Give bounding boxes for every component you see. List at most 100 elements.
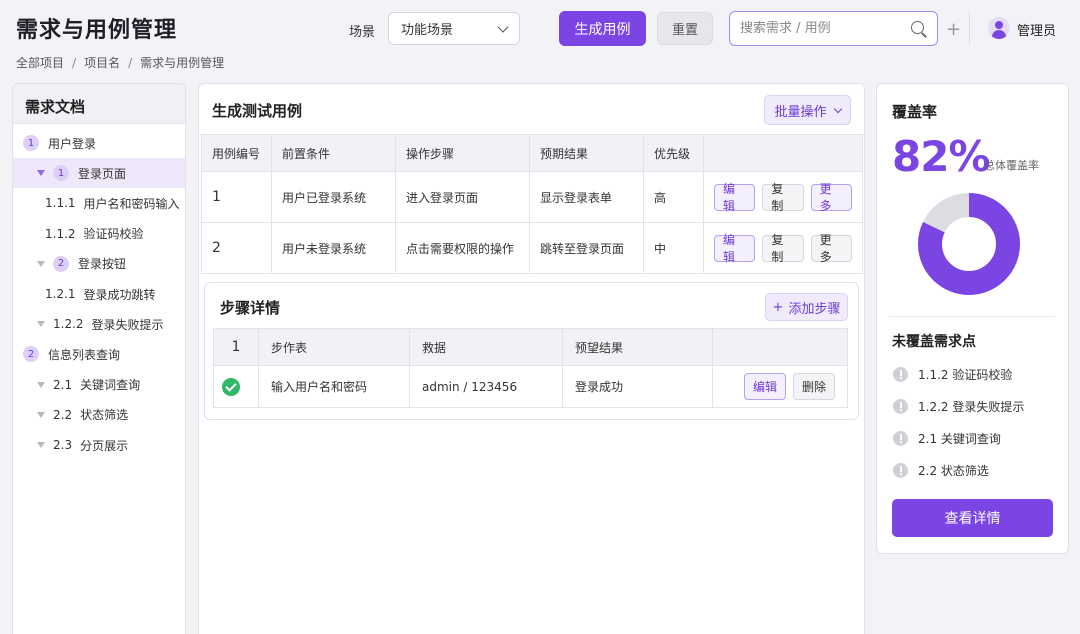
- sidebar-tree-item[interactable]: 1.2.1 登录成功跳转: [13, 279, 185, 309]
- column-header: 操作步骤: [395, 134, 530, 172]
- case-expected: 跳转至登录页面: [529, 222, 644, 274]
- breadcrumb: 全部项目 / 项目名 / 需求与用例管理: [16, 54, 224, 71]
- step-detail-card: 步骤详情 + 添加步骤 1 步作表 救据 预望结果 输入用户名和密码 admin…: [204, 282, 859, 420]
- breadcrumb-item-projects[interactable]: 全部项目: [16, 56, 64, 70]
- view-details-button[interactable]: 查看详情: [892, 499, 1053, 537]
- reset-button[interactable]: 重置: [657, 12, 713, 45]
- add-icon[interactable]: +: [946, 19, 961, 40]
- chevron-down-icon: [833, 104, 842, 113]
- sidebar-tree-item[interactable]: 1 用户登录: [13, 128, 185, 158]
- edit-button[interactable]: 编辑: [714, 233, 756, 264]
- uncovered-item-label: 1.2.2 登录失败提示: [918, 400, 1025, 414]
- case-precondition: 用户未登录系统: [271, 222, 396, 274]
- case-expected: 显示登录表单: [529, 171, 644, 223]
- warning-icon: [893, 431, 908, 446]
- uncovered-item[interactable]: 2.1 关键词查询: [893, 430, 1001, 447]
- sidebar-tree-item[interactable]: 1.1.2 验证码校验: [13, 219, 185, 249]
- tree-item-label: 验证码校验: [83, 227, 144, 242]
- tree-item-label: 关键词查询: [80, 378, 141, 393]
- case-priority: 高: [643, 171, 704, 223]
- table-row[interactable]: 1 用户已登录系统 进入登录页面 显示登录表单 高 编辑 复制 更多: [201, 171, 863, 223]
- add-step-label: 添加步骤: [788, 301, 841, 317]
- warning-icon: [893, 367, 908, 382]
- uncovered-title: 未覆盖需求点: [892, 334, 976, 350]
- generate-cases-button[interactable]: 生成用例: [559, 11, 646, 46]
- uncovered-item[interactable]: 1.1.2 验证码校验: [893, 366, 1012, 383]
- sidebar-tree-item[interactable]: 1.1.1 用户名和密码输入: [13, 188, 185, 218]
- delete-button[interactable]: 删除: [792, 373, 835, 400]
- coverage-percent: 82%: [892, 132, 991, 181]
- tree-item-label: 分页展示: [80, 438, 129, 453]
- expand-triangle-icon[interactable]: [37, 321, 45, 328]
- coverage-title: 覆盖率: [892, 103, 938, 121]
- coverage-panel: 覆盖率 82% 总体覆盖率 未覆盖需求点 1.1.2 验证码校验 1.2.2 登…: [876, 83, 1069, 554]
- case-step: 进入登录页面: [395, 171, 530, 223]
- sidebar-tree-item[interactable]: 2.1 关键词查询: [13, 370, 185, 400]
- step-expected: 登录成功: [562, 365, 713, 408]
- coverage-percent-label: 总体覆盖率: [984, 159, 1039, 172]
- uncovered-item-label: 2.2 状态筛选: [918, 464, 989, 478]
- uncovered-item-label: 1.1.2 验证码校验: [918, 368, 1013, 382]
- tree-item-label: 信息列表查询: [48, 347, 121, 362]
- tree-item-number: 2.3: [53, 438, 73, 452]
- sidebar-tree-item[interactable]: 2.3 分页展示: [13, 430, 185, 460]
- case-priority: 中: [643, 222, 704, 274]
- column-header: 1: [213, 328, 259, 366]
- step-detail-title: 步骤详情: [220, 299, 281, 317]
- requirements-sidebar: 需求文档 1 用户登录 1 登录页面 1.1.1 用户名和密码输入 1.1.2 验证码校验 2 登…: [12, 83, 186, 634]
- more-button[interactable]: 更多: [810, 233, 852, 264]
- uncovered-item[interactable]: 2.2 状态筛选: [893, 462, 989, 479]
- expand-triangle-icon[interactable]: [37, 411, 45, 418]
- tree-item-number: 2.1: [53, 377, 73, 392]
- column-header: 用例编号: [201, 134, 272, 172]
- table-row[interactable]: 2 用户未登录系统 点击需要权限的操作 跳转至登录页面 中 编辑 复制 更多: [201, 222, 863, 274]
- breadcrumb-separator: /: [128, 56, 133, 70]
- page-title: 需求与用例管理: [16, 18, 178, 43]
- tree-item-number: 1.2.2: [53, 317, 84, 332]
- tree-item-label: 状态筛选: [80, 408, 129, 423]
- tree-item-label: 用户名和密码输入: [83, 196, 180, 211]
- uncovered-item[interactable]: 1.2.2 登录失败提示: [893, 398, 1024, 415]
- more-button[interactable]: 更多: [810, 182, 852, 213]
- uncovered-item-label: 2.1 关键词查询: [918, 432, 1001, 446]
- case-id: 1: [201, 171, 272, 223]
- sidebar-tree-item[interactable]: 2 登录按钮: [13, 249, 185, 279]
- column-header: 步作表: [258, 328, 410, 366]
- expand-triangle-icon[interactable]: [37, 260, 45, 267]
- tree-number-badge: 1: [53, 165, 69, 182]
- tree-number-badge: 2: [23, 346, 39, 363]
- scene-label: 场景: [349, 25, 376, 40]
- case-id: 2: [201, 222, 272, 274]
- warning-icon: [893, 463, 908, 478]
- user-name[interactable]: 管理员: [1017, 20, 1056, 39]
- divider: [969, 12, 970, 45]
- expand-triangle-icon[interactable]: [37, 170, 45, 177]
- scene-select[interactable]: 功能场景: [388, 12, 520, 45]
- sidebar-tree-item[interactable]: 1 登录页面: [13, 158, 185, 189]
- add-step-button[interactable]: + 添加步骤: [765, 293, 848, 321]
- sidebar-tree-item[interactable]: 2 信息列表查询: [13, 339, 185, 369]
- panel-title: 生成测试用例: [212, 102, 303, 120]
- expand-triangle-icon[interactable]: [37, 442, 45, 448]
- table-row[interactable]: 输入用户名和密码 admin / 123456 登录成功 编辑 删除: [213, 365, 848, 408]
- edit-button[interactable]: 编辑: [743, 373, 786, 400]
- user-avatar-icon[interactable]: [988, 17, 1010, 39]
- row-actions: 编辑 删除: [712, 365, 848, 408]
- search-input[interactable]: [740, 21, 910, 36]
- search-icon[interactable]: [910, 20, 927, 38]
- step-table: 1 步作表 救据 预望结果 输入用户名和密码 admin / 123456 登录…: [213, 328, 848, 408]
- breadcrumb-item-project[interactable]: 项目名: [84, 56, 120, 70]
- batch-actions-button[interactable]: 批量操作: [764, 95, 851, 125]
- tree-item-number: 2.2: [53, 407, 73, 422]
- batch-actions-label: 批量操作: [774, 104, 827, 120]
- copy-button[interactable]: 复制: [762, 182, 804, 213]
- coverage-donut-chart: [918, 193, 1020, 295]
- edit-button[interactable]: 编辑: [714, 182, 756, 213]
- tree-item-label: 登录页面: [78, 166, 127, 181]
- test-case-panel: 生成测试用例 批量操作 用例编号 前置条件 操作步骤 预期结果 优先级 1 用户…: [198, 83, 865, 634]
- tree-item-label: 登录按钮: [78, 257, 127, 272]
- copy-button[interactable]: 复制: [762, 233, 804, 264]
- sidebar-tree-item[interactable]: 2.2 状态筛选: [13, 400, 185, 430]
- expand-triangle-icon[interactable]: [37, 381, 45, 388]
- sidebar-tree-item[interactable]: 1.2.2 登录失败提示: [13, 309, 185, 339]
